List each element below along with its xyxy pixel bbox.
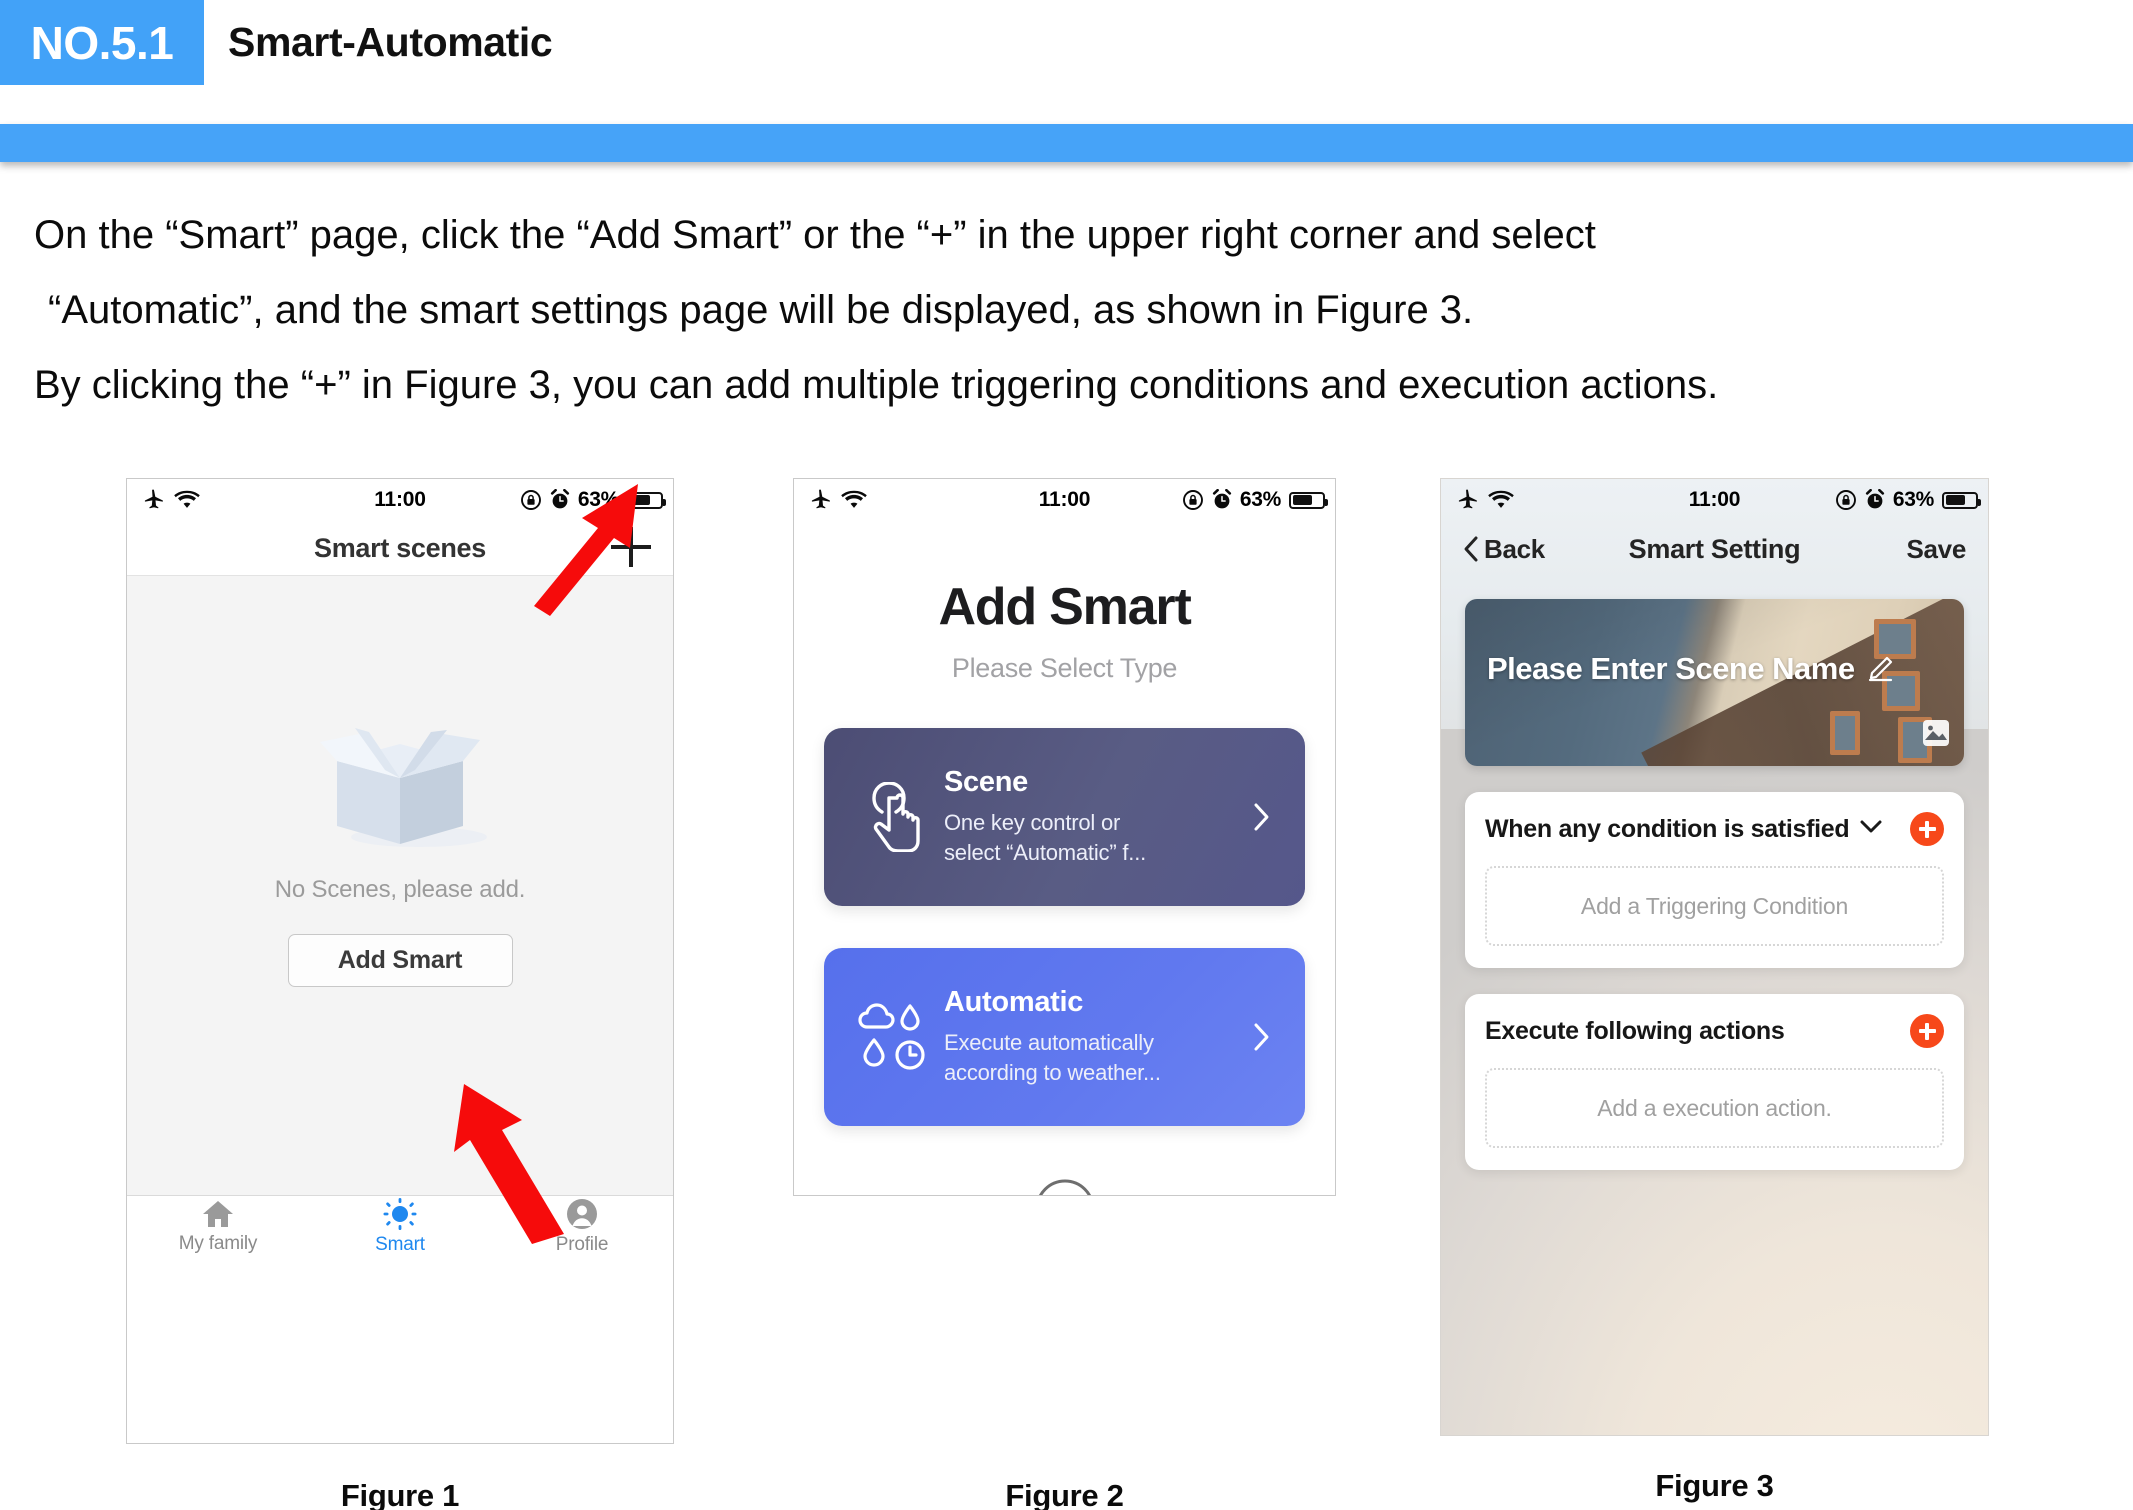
scene-type-card[interactable]: Scene One key control or select “Automat… [824, 728, 1305, 906]
phone-screen-smart-setting: 11:00 63% Back Smart Setting Save Please… [1440, 478, 1989, 1436]
open-box-illustration [320, 728, 487, 847]
condition-mode-label: When any condition is satisfied [1485, 814, 1850, 843]
scene-name-row[interactable]: Please Enter Scene Name [1487, 651, 1893, 687]
chevron-down-icon[interactable] [1860, 820, 1882, 839]
instruction-line-3: By clicking the “+” in Figure 3, you can… [34, 363, 1719, 407]
automatic-card-desc-line2: according to weather... [944, 1060, 1161, 1085]
figure1-nav-title: Smart scenes [313, 533, 486, 563]
person-icon [567, 1198, 597, 1229]
scene-card-desc-line1: One key control or [944, 810, 1121, 835]
figures-row: 11:00 63% Smart scenes No Scenes, please… [0, 470, 2133, 1510]
tab-profile[interactable]: Profile [491, 1196, 673, 1257]
alarm-clock-icon [1212, 489, 1231, 509]
scene-card-text: Scene One key control or select “Automat… [938, 766, 1247, 868]
figure-3-caption: Figure 3 [1655, 1468, 1774, 1503]
empty-state-message: No Scenes, please add. [274, 876, 526, 903]
instruction-text: On the “Smart” page, click the “Add Smar… [34, 198, 2104, 423]
scene-card-desc: One key control or select “Automatic” f.… [944, 808, 1247, 868]
phone-screen-add-smart: 11:00 63% Add Smart Please Select Type S… [793, 478, 1336, 1196]
status-bar: 11:00 63% [1441, 479, 1988, 521]
battery-icon [627, 491, 666, 509]
figure-2: 11:00 63% Add Smart Please Select Type S… [793, 478, 1336, 1510]
figure-2-caption: Figure 2 [1005, 1478, 1124, 1510]
add-triggering-condition-dropzone[interactable]: Add a Triggering Condition [1485, 866, 1944, 946]
add-smart-title: Add Smart [938, 578, 1191, 636]
add-smart-button[interactable]: Add Smart [287, 934, 513, 987]
scene-card-title: Scene [944, 766, 1028, 798]
tab-label-my-family: My family [178, 1232, 258, 1254]
automatic-card-title: Automatic [944, 986, 1084, 1018]
scene-card-desc-line2: select “Automatic” f... [944, 840, 1147, 865]
figure3-nav-bar: Back Smart Setting Save [1441, 521, 1988, 577]
close-circle-icon[interactable] [1034, 1178, 1096, 1196]
status-bar-right: 63% [1182, 479, 1328, 521]
page-root: NO.5.1 Smart-Automatic On the “Smart” pa… [0, 0, 2133, 1510]
figure-1-caption: Figure 1 [340, 1478, 460, 1510]
battery-percent: 63% [577, 488, 619, 511]
empty-state: No Scenes, please add. Add Smart [127, 704, 673, 987]
tab-smart[interactable]: Smart [309, 1196, 491, 1257]
chevron-right-icon [1247, 1022, 1277, 1052]
phone-screen-smart-scenes: 11:00 63% Smart scenes No Scenes, please… [126, 478, 674, 1444]
header-blue-divider-bar [0, 124, 2133, 162]
chevron-right-icon [1247, 802, 1277, 832]
automatic-card-desc-line1: Execute automatically [944, 1030, 1154, 1055]
house-window-lower-left [1830, 711, 1860, 755]
tab-label-profile: Profile [555, 1233, 609, 1255]
add-condition-button[interactable] [1910, 812, 1944, 846]
add-smart-subtitle: Please Select Type [951, 653, 1178, 683]
add-execution-action-dropzone[interactable]: Add a execution action. [1485, 1068, 1944, 1148]
rotation-lock-icon [1835, 490, 1856, 510]
tab-label-smart: Smart [375, 1233, 425, 1255]
automatic-type-card[interactable]: Automatic Execute automatically accordin… [824, 948, 1305, 1126]
execute-actions-header: Execute following actions [1485, 1014, 1944, 1048]
instruction-line-1: On the “Smart” page, click the “Add Smar… [34, 213, 1596, 257]
add-action-button[interactable] [1910, 1014, 1944, 1048]
figure-3: 11:00 63% Back Smart Setting Save Please… [1440, 478, 1989, 1503]
tab-my-family[interactable]: My family [127, 1196, 309, 1257]
rotation-lock-icon [520, 490, 541, 510]
weather-cloud-drop-clock-icon [850, 1003, 938, 1071]
figure3-nav-title: Smart Setting [1628, 533, 1801, 564]
pencil-edit-icon[interactable] [1867, 656, 1893, 682]
status-bar-right: 63% [1835, 479, 1981, 521]
execute-actions-label: Execute following actions [1485, 1016, 1785, 1045]
status-bar: 11:00 63% [127, 479, 673, 521]
battery-percent: 63% [1239, 488, 1281, 511]
figure1-nav-bar: Smart scenes [127, 521, 673, 576]
rotation-lock-icon [1182, 490, 1203, 510]
figure2-content: Add Smart Please Select Type Scene One k… [794, 577, 1335, 1196]
battery-icon [1942, 491, 1981, 509]
execute-actions-card: Execute following actions Add a executio… [1465, 994, 1964, 1170]
close-button-wrap [824, 1178, 1305, 1196]
home-icon [203, 1200, 233, 1227]
status-bar-right: 63% [520, 479, 666, 521]
scene-hero-image[interactable]: Please Enter Scene Name [1465, 599, 1964, 766]
scene-name-placeholder: Please Enter Scene Name [1487, 651, 1855, 686]
figure-1: 11:00 63% Smart scenes No Scenes, please… [126, 478, 674, 1510]
figure1-content: No Scenes, please add. Add Smart [127, 576, 673, 1195]
trigger-condition-header: When any condition is satisfied [1485, 812, 1944, 846]
instruction-line-2: “Automatic”, and the smart settings page… [48, 288, 1474, 332]
alarm-clock-icon [550, 489, 569, 509]
alarm-clock-icon [1865, 489, 1884, 509]
section-number-badge: NO.5.1 [0, 0, 204, 85]
automatic-card-desc: Execute automatically according to weath… [944, 1028, 1247, 1088]
battery-icon [1289, 491, 1328, 509]
figure3-sheet: 11:00 63% Back Smart Setting Save Please… [1441, 479, 1988, 1435]
tap-hand-icon [850, 782, 938, 852]
status-bar: 11:00 63% [794, 479, 1335, 521]
automatic-card-text: Automatic Execute automatically accordin… [938, 986, 1247, 1088]
sun-icon [383, 1197, 417, 1230]
trigger-condition-card: When any condition is satisfied Add a Tr… [1465, 792, 1964, 968]
battery-percent: 63% [1892, 488, 1934, 511]
page-header: NO.5.1 Smart-Automatic [0, 0, 2133, 88]
bottom-tab-bar: My family Smart Profile [127, 1195, 673, 1257]
page-title: Smart-Automatic [228, 19, 553, 65]
plus-icon[interactable] [611, 527, 651, 567]
image-picker-icon[interactable] [1922, 719, 1950, 752]
